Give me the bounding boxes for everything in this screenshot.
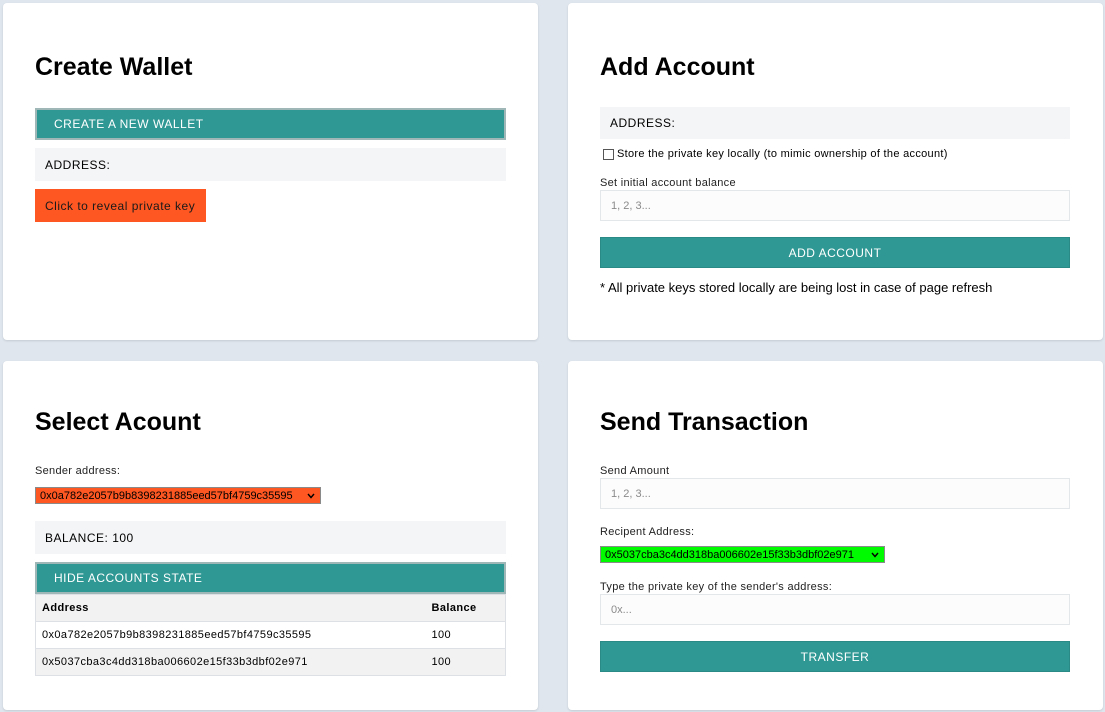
store-key-label: Store the private key locally (to mimic … [617, 148, 948, 160]
add-account-card: Add Account ADDRESS: Store the private k… [568, 3, 1103, 340]
sender-address-select[interactable]: 0x0a782e2057b9b8398231885eed57bf4759c355… [35, 487, 321, 504]
transfer-button[interactable]: TRANSFER [600, 641, 1070, 672]
recipient-address-value: 0x5037cba3c4dd318ba006602e15f33b3dbf02e9… [605, 548, 854, 561]
add-account-title: Add Account [600, 53, 755, 81]
wallet-address-box: ADDRESS: [35, 148, 506, 181]
send-transaction-title: Send Transaction [600, 408, 809, 436]
row-address: 0x0a782e2057b9b8398231885eed57bf4759c355… [35, 621, 426, 649]
sender-address-label: Sender address: [35, 465, 121, 477]
private-key-input[interactable] [600, 594, 1070, 625]
balance-column-header: Balance [425, 594, 506, 622]
initial-balance-input[interactable] [600, 190, 1070, 221]
table-header-row: Address Balance [35, 594, 506, 622]
select-account-card: Select Acount Sender address: 0x0a782e20… [3, 361, 538, 710]
store-key-row: Store the private key locally (to mimic … [603, 148, 948, 160]
table-row: 0x5037cba3c4dd318ba006602e15f33b3dbf02e9… [35, 648, 506, 676]
create-wallet-title: Create Wallet [35, 53, 193, 81]
recipient-address-select[interactable]: 0x5037cba3c4dd318ba006602e15f33b3dbf02e9… [600, 546, 885, 563]
send-transaction-card: Send Transaction Send Amount Recipent Ad… [568, 361, 1103, 710]
chevron-down-icon [307, 493, 315, 499]
initial-balance-label: Set initial account balance [600, 177, 736, 189]
create-wallet-button[interactable]: CREATE A NEW WALLET [35, 108, 506, 140]
sender-address-value: 0x0a782e2057b9b8398231885eed57bf4759c355… [40, 489, 293, 502]
send-amount-input[interactable] [600, 478, 1070, 509]
account-address-box: ADDRESS: [600, 107, 1070, 139]
row-balance: 100 [425, 648, 506, 676]
hide-accounts-button[interactable]: HIDE ACCOUNTS STATE [35, 562, 506, 594]
table-row: 0x0a782e2057b9b8398231885eed57bf4759c355… [35, 621, 506, 649]
create-wallet-card: Create Wallet CREATE A NEW WALLET ADDRES… [3, 3, 538, 340]
balance-box: BALANCE: 100 [35, 521, 506, 554]
reveal-private-key-button[interactable]: Click to reveal private key [35, 189, 206, 222]
add-account-button[interactable]: ADD ACCOUNT [600, 237, 1070, 268]
recipient-address-label: Recipent Address: [600, 526, 695, 538]
send-amount-label: Send Amount [600, 465, 670, 477]
row-address: 0x5037cba3c4dd318ba006602e15f33b3dbf02e9… [35, 648, 426, 676]
private-key-note: * All private keys stored locally are be… [600, 280, 993, 295]
chevron-down-icon [871, 552, 879, 558]
private-key-label: Type the private key of the sender's add… [600, 581, 833, 593]
row-balance: 100 [425, 621, 506, 649]
accounts-table: Address Balance 0x0a782e2057b9b839823188… [35, 594, 506, 676]
address-column-header: Address [35, 594, 426, 622]
select-account-title: Select Acount [35, 408, 201, 436]
store-key-checkbox[interactable] [603, 148, 614, 160]
